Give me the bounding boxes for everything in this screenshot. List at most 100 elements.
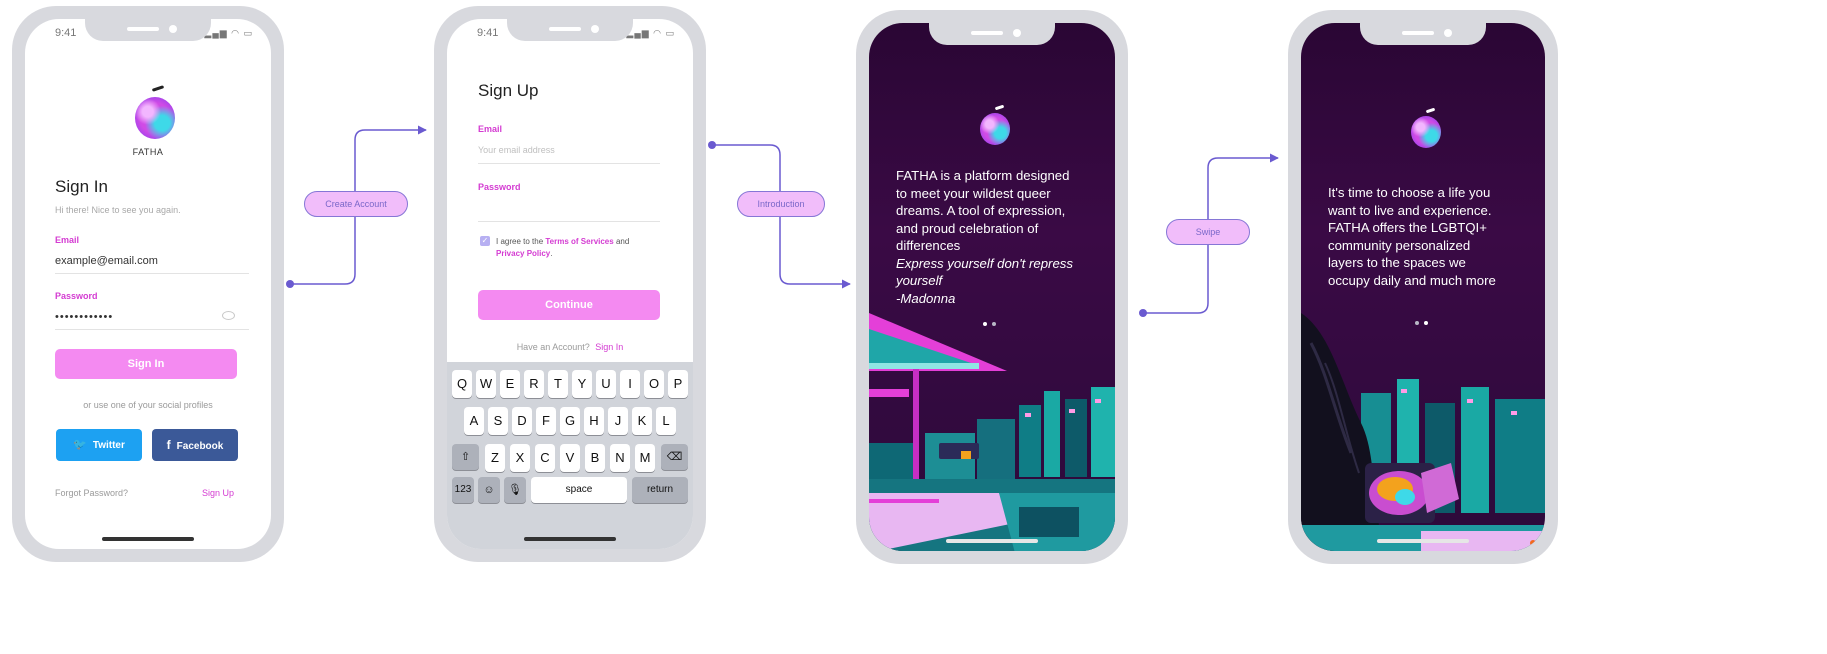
email-field[interactable]: example@email.com <box>55 255 158 267</box>
password-label: Password <box>55 291 98 301</box>
key-k[interactable]: K <box>632 407 652 435</box>
shift-key[interactable]: ⇧ <box>452 444 479 470</box>
key-z[interactable]: Z <box>485 444 505 472</box>
home-indicator <box>102 537 194 541</box>
status-icons: ▂▄▆ ◠ ▭ <box>626 28 675 38</box>
backspace-key[interactable]: ⌫ <box>661 444 688 470</box>
phone-sign-in: 9:41 ▂▄▆ ◠ ▭ FATHA Sign In Hi there! Nic… <box>12 6 284 562</box>
terms-link[interactable]: Terms of Services <box>545 237 613 246</box>
sign-in-link[interactable]: Sign In <box>595 342 623 352</box>
home-indicator <box>1377 539 1469 543</box>
continue-button[interactable]: Continue <box>478 290 660 320</box>
phone-notch <box>85 19 211 41</box>
key-c[interactable]: C <box>535 444 555 472</box>
intro-line: dreams. A tool of expression, <box>896 203 1066 218</box>
key-m[interactable]: M <box>635 444 655 472</box>
key-a[interactable]: A <box>464 407 484 435</box>
status-time: 9:41 <box>477 27 499 39</box>
have-account-text: Have an Account? <box>516 342 590 352</box>
key-s[interactable]: S <box>488 407 508 435</box>
terms-prefix: I agree to the <box>496 237 546 246</box>
intro-quote: Express yourself don't repress <box>896 255 1073 271</box>
brand-name: FATHA <box>132 147 164 157</box>
password-underline <box>55 329 249 330</box>
key-r[interactable]: R <box>524 370 544 398</box>
terms-text: I agree to the Terms of Services and Pri… <box>496 236 661 260</box>
phone-notch <box>507 19 633 41</box>
key-t[interactable]: T <box>548 370 568 398</box>
intro-line: and proud celebration of <box>896 220 1039 236</box>
key-v[interactable]: V <box>560 444 580 472</box>
key-x[interactable]: X <box>510 444 530 472</box>
intro-line: FATHA offers the LGBTQI+ <box>1328 220 1487 235</box>
numbers-key[interactable]: 123 <box>452 477 474 503</box>
sign-in-button[interactable]: Sign In <box>55 349 237 379</box>
key-f[interactable]: F <box>536 407 556 435</box>
key-j[interactable]: J <box>608 407 628 435</box>
key-q[interactable]: Q <box>452 370 472 398</box>
space-key[interactable]: space <box>531 477 627 503</box>
flow-label-introduction: Introduction <box>737 191 825 217</box>
key-u[interactable]: U <box>596 370 616 398</box>
home-indicator <box>946 539 1038 543</box>
have-account-row: Have an Account? Sign In <box>447 342 693 352</box>
email-label: Email <box>55 235 80 245</box>
logo-accent <box>1425 107 1436 114</box>
intro-line: to meet your wildest queer <box>896 185 1051 201</box>
key-e[interactable]: E <box>500 370 520 398</box>
phone-notch <box>929 23 1055 45</box>
key-i[interactable]: I <box>620 370 640 398</box>
intro-line: want to live and experience. <box>1328 202 1492 218</box>
facebook-icon: f <box>166 438 171 452</box>
key-p[interactable]: P <box>668 370 688 398</box>
email-input[interactable]: Your email address <box>478 145 555 155</box>
page-title: Sign In <box>55 177 108 196</box>
twitter-icon: 🐦 <box>73 439 87 451</box>
emoji-key[interactable]: ☺ <box>478 477 500 503</box>
phone-notch <box>1360 23 1486 45</box>
key-l[interactable]: L <box>656 407 676 435</box>
key-g[interactable]: G <box>560 407 580 435</box>
twitter-button[interactable]: 🐦 Twitter <box>56 429 142 461</box>
home-indicator <box>524 537 616 541</box>
privacy-suffix: . <box>550 249 553 258</box>
key-b[interactable]: B <box>585 444 605 472</box>
city-portrait-illustration <box>1301 313 1545 551</box>
status-icons: ▂▄▆ ◠ ▭ <box>204 28 253 38</box>
social-hint: or use one of your social profiles <box>83 400 213 410</box>
flow-label-swipe: Swipe <box>1166 219 1250 245</box>
intro-line: FATHA is a platform designed <box>896 168 1070 183</box>
key-o[interactable]: O <box>644 370 664 398</box>
intro-quote: yourself <box>896 273 943 288</box>
terms-checkbox[interactable]: ✓ <box>480 236 490 246</box>
intro-copy: It's time to choose a life you want to l… <box>1328 184 1496 289</box>
twitter-label: Twitter <box>92 440 125 451</box>
fatha-logo-icon <box>980 113 1010 145</box>
password-field[interactable]: •••••••••••• <box>55 311 113 323</box>
facebook-button[interactable]: f Facebook <box>152 429 238 461</box>
sign-up-link[interactable]: Sign Up <box>202 488 234 498</box>
key-h[interactable]: H <box>584 407 604 435</box>
intro-line: It's time to choose a life you <box>1328 185 1491 200</box>
key-d[interactable]: D <box>512 407 532 435</box>
key-w[interactable]: W <box>476 370 496 398</box>
sign-up-screen: 9:41 ▂▄▆ ◠ ▭ Sign Up Email Your email ad… <box>447 19 693 549</box>
introduction-screen-2: It's time to choose a life you want to l… <box>1301 23 1545 551</box>
fatha-logo-icon <box>1411 116 1441 148</box>
forgot-password-link[interactable]: Forgot Password? <box>55 488 128 498</box>
email-underline <box>55 273 249 274</box>
logo-accent <box>151 85 165 92</box>
intro-line: occupy daily and much more <box>1328 272 1496 288</box>
key-n[interactable]: N <box>610 444 630 472</box>
privacy-link[interactable]: Privacy Policy <box>496 249 550 258</box>
phone-introduction-2: It's time to choose a life you want to l… <box>1288 10 1558 564</box>
terms-and: and <box>613 237 630 246</box>
return-key[interactable]: return <box>632 477 688 503</box>
microphone-icon[interactable]: 🎙 <box>504 477 526 503</box>
eye-icon[interactable] <box>222 311 235 320</box>
key-y[interactable]: Y <box>572 370 592 398</box>
sign-in-screen: 9:41 ▂▄▆ ◠ ▭ FATHA Sign In Hi there! Nic… <box>25 19 271 549</box>
phone-sign-up: 9:41 ▂▄▆ ◠ ▭ Sign Up Email Your email ad… <box>434 6 706 562</box>
status-time: 9:41 <box>55 27 77 39</box>
password-input[interactable] <box>478 221 660 222</box>
